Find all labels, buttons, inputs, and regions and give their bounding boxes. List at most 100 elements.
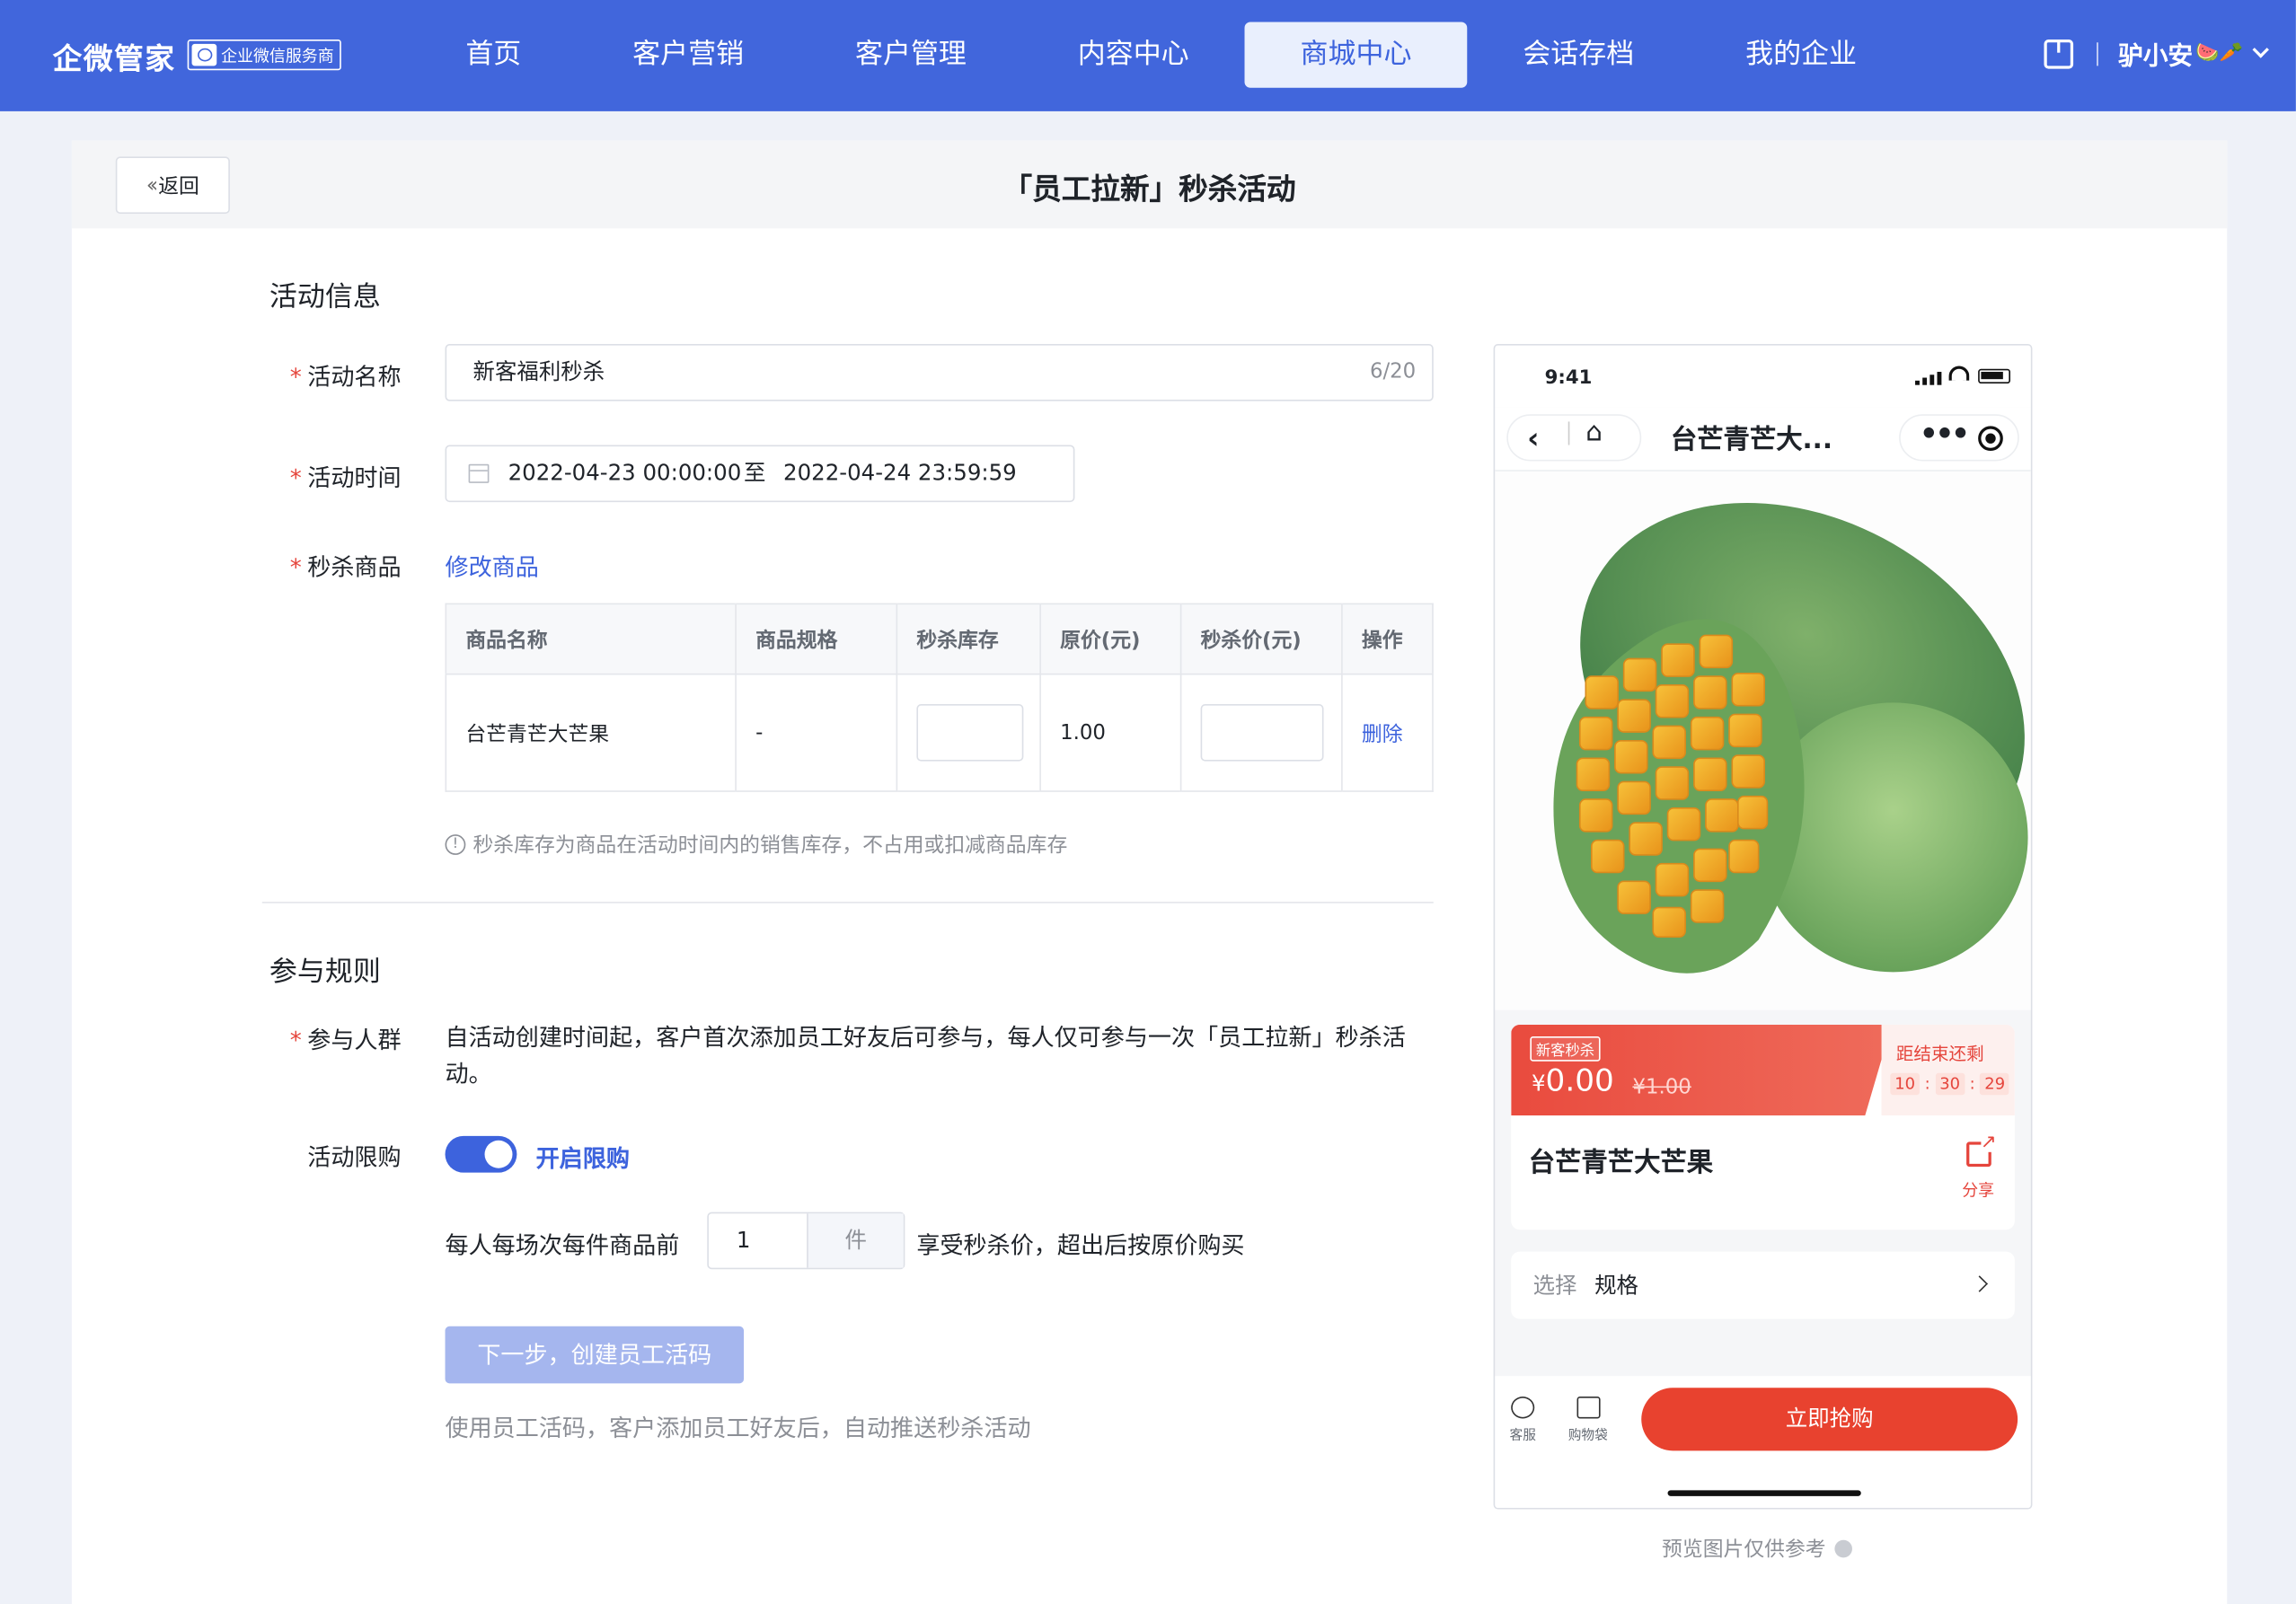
battery-icon — [1978, 368, 2010, 384]
nav-customer-management[interactable]: 客户管理 — [799, 22, 1022, 87]
limit-toggle[interactable] — [445, 1135, 517, 1173]
chevron-right-icon — [1971, 1275, 1988, 1292]
shopping-bag-icon — [1576, 1397, 1600, 1419]
col-goods-name: 商品名称 — [446, 604, 737, 675]
service-provider-badge: 企业微信服务商 — [187, 40, 341, 71]
limit-quantity-input[interactable]: 1 件 — [707, 1212, 905, 1270]
panel-header: ‹‹ 返回 「员工拉新」秒杀活动 — [71, 140, 2228, 229]
nav-mall-center[interactable]: 商城中心 — [1244, 22, 1468, 88]
main-panel: ‹‹ 返回 「员工拉新」秒杀活动 活动信息 * 活动名称 新客福利秒杀 6/20 … — [71, 140, 2228, 1604]
goods-table: 商品名称 商品规格 秒杀库存 原价(元) 秒杀价(元) 操作 台芒青芒大芒果 -… — [445, 603, 1434, 792]
customer-service-label: 客服 — [1509, 1428, 1536, 1444]
cell-seckill-price — [1180, 674, 1343, 792]
limit-label: 活动限购 — [307, 1143, 402, 1171]
seckill-price-input[interactable] — [1200, 704, 1324, 762]
user-area: 驴小安 🍉🥕 — [2043, 35, 2269, 72]
nav-session-archive[interactable]: 会话存档 — [1467, 22, 1690, 87]
brand-logo-text: 企微管家 — [52, 40, 176, 76]
delete-link[interactable]: 删除 — [1362, 722, 1403, 745]
cell-goods-spec: - — [736, 674, 898, 792]
stock-tip-text: 秒杀库存为商品在活动时间内的销售库存，不占用或扣减商品库存 — [472, 834, 1068, 859]
chevron-down-icon[interactable] — [2252, 41, 2269, 58]
close-target-icon[interactable] — [1978, 426, 2003, 452]
share-button[interactable]: 分享 — [1962, 1132, 1997, 1202]
chat-icon — [191, 43, 217, 66]
stock-tip: ! 秒杀库存为商品在活动时间内的销售库存，不占用或扣减商品库存 — [445, 830, 1068, 859]
next-step-button[interactable]: 下一步，创建员工活码 — [445, 1326, 745, 1384]
share-icon — [1965, 1132, 1997, 1168]
col-seckill-stock: 秒杀库存 — [896, 604, 1041, 675]
top-navigation-bar: 企微管家 企业微信服务商 首页 客户营销 客户管理 内容中心 商城中心 会话存档… — [0, 0, 2296, 111]
activity-name-label: * 活动名称 — [289, 363, 402, 392]
spec-selector[interactable]: 选择 规格 — [1511, 1251, 2015, 1319]
info-icon: ! — [445, 834, 466, 855]
char-count: 6/20 — [1369, 359, 1417, 384]
price-banner: 新客秒杀 ¥0.00 ¥1.00 — [1511, 1025, 1892, 1116]
bottom-action-bar: 客服 购物袋 立即抢购 — [1495, 1376, 2031, 1508]
table-header-row: 商品名称 商品规格 秒杀库存 原价(元) 秒杀价(元) 操作 — [446, 604, 1433, 675]
col-goods-spec: 商品规格 — [736, 604, 898, 675]
seckill-stock-input[interactable] — [916, 704, 1024, 762]
limit-quantity-value[interactable]: 1 — [709, 1213, 807, 1267]
shopping-bag-label: 购物袋 — [1567, 1428, 1608, 1444]
page-title: 「员工拉新」秒杀活动 — [1002, 171, 1296, 207]
limit-prefix-text: 每人每场次每件商品前 — [445, 1230, 680, 1259]
activity-time-label: * 活动时间 — [289, 463, 402, 492]
date-range-picker[interactable]: 2022-04-23 00:00:00 至 2022-04-24 23:59:5… — [445, 445, 1075, 503]
back-arrow-icon[interactable]: ‹ — [1527, 420, 1539, 455]
product-card: 台芒青芒大芒果 分享 — [1511, 1115, 2015, 1230]
col-seckill-price: 秒杀价(元) — [1180, 604, 1343, 675]
spec-key: 选择 — [1532, 1272, 1577, 1299]
limit-toggle-label: 开启限购 — [535, 1144, 630, 1173]
nav-home[interactable]: 首页 — [410, 22, 577, 87]
col-orig-price: 原价(元) — [1040, 604, 1182, 675]
share-label: 分享 — [1962, 1181, 1995, 1201]
seckill-price-bar: 新客秒杀 ¥0.00 ¥1.00 距结束还剩 10 : 30 : 29 — [1511, 1025, 2015, 1116]
user-emoji: 🍉🥕 — [2195, 42, 2244, 65]
product-name: 台芒青芒大芒果 — [1528, 1147, 1714, 1179]
sale-tag: 新客秒杀 — [1530, 1036, 1601, 1062]
cell-seckill-stock — [896, 674, 1041, 792]
info-icon[interactable] — [1834, 1539, 1852, 1558]
toggle-knob — [484, 1140, 513, 1168]
date-separator: 至 — [744, 459, 766, 487]
section-title-rules: 参与规则 — [269, 956, 381, 989]
buy-now-button[interactable]: 立即抢购 — [1641, 1388, 2018, 1451]
cell-action: 删除 — [1342, 674, 1433, 791]
status-bar: 9:41 — [1495, 345, 2031, 408]
limit-unit: 件 — [807, 1213, 904, 1268]
product-image-mango — [1495, 471, 2031, 1010]
crowd-label: * 参与人群 — [289, 1026, 402, 1054]
next-step-description: 使用员工活码，客户添加员工好友后，自动推送秒杀活动 — [445, 1414, 1031, 1442]
countdown: 距结束还剩 10 : 30 : 29 — [1881, 1025, 2015, 1116]
seckill-goods-label: * 秒杀商品 — [289, 553, 402, 582]
nav-customer-marketing[interactable]: 客户营销 — [577, 22, 799, 87]
cell-goods-name: 台芒青芒大芒果 — [446, 674, 737, 792]
col-action: 操作 — [1341, 604, 1433, 675]
mango-illustration — [1553, 502, 2028, 974]
divider — [2096, 41, 2098, 66]
nav-my-enterprise[interactable]: 我的企业 — [1690, 22, 1912, 87]
mobile-preview: 9:41 ‹ ⌂ 台芒青芒大... ••• 新客秒杀 ¥0.00 ¥1.00 距… — [1493, 344, 2033, 1510]
date-start[interactable]: 2022-04-23 00:00:00 — [508, 446, 742, 500]
shopping-bag-button[interactable]: 购物袋 — [1568, 1397, 1608, 1443]
home-icon[interactable]: ⌂ — [1585, 418, 1603, 448]
edit-goods-link[interactable]: 修改商品 — [446, 548, 539, 583]
crowd-text: 自活动创建时间起，客户首次添加员工好友后可参与，每人仅可参与一次「员工拉新」秒杀… — [445, 1023, 1406, 1088]
section-title-activity-info: 活动信息 — [269, 280, 381, 313]
nav-content-center[interactable]: 内容中心 — [1022, 22, 1245, 87]
main-nav: 首页 客户营销 客户管理 内容中心 商城中心 会话存档 我的企业 — [410, 22, 1912, 88]
user-name[interactable]: 驴小安 — [2118, 35, 2193, 72]
signal-icon — [1915, 372, 1942, 385]
date-end[interactable]: 2022-04-24 23:59:59 — [783, 446, 1017, 500]
more-icon[interactable]: ••• — [1920, 416, 1970, 451]
book-icon[interactable] — [2043, 39, 2073, 68]
section-divider — [261, 902, 1434, 903]
calendar-icon — [468, 463, 490, 483]
activity-name-input[interactable]: 新客福利秒杀 6/20 — [445, 344, 1434, 401]
customer-service-button[interactable]: 客服 — [1510, 1397, 1536, 1443]
mini-program-nav: ‹ ⌂ 台芒青芒大... ••• — [1495, 407, 2031, 472]
status-time: 9:41 — [1544, 367, 1593, 390]
original-price: ¥1.00 — [1632, 1076, 1691, 1100]
preview-page-title: 台芒青芒大... — [1670, 424, 1832, 455]
